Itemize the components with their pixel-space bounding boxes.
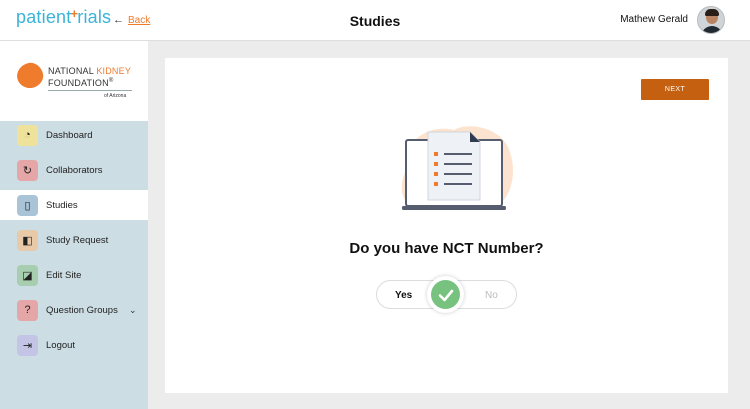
sidebar-item-label: Study Request — [46, 234, 109, 246]
next-button[interactable]: NEXT — [641, 79, 709, 100]
logout-icon: ⇥ — [17, 334, 38, 356]
document-illustration — [401, 126, 513, 210]
logo-plus-mark: + — [70, 6, 79, 21]
document-bullet-2 — [434, 162, 438, 166]
sidebar-item-edit-site[interactable]: ◪ Edit Site — [0, 260, 148, 290]
sidebar-item-label: Studies — [46, 199, 78, 211]
toggle-yes-option[interactable]: Yes — [395, 290, 412, 301]
document-line-4 — [444, 183, 472, 185]
org-name-line3: of Arizona — [104, 93, 127, 99]
back-arrow-icon: ← — [113, 14, 124, 26]
document-line-2 — [444, 163, 472, 165]
toggle-no-option[interactable]: No — [485, 290, 498, 301]
laptop-base — [402, 206, 506, 210]
document-bullet-3 — [434, 172, 438, 176]
avatar-hair-shape — [705, 9, 719, 16]
toggle-knob[interactable] — [427, 276, 464, 313]
chevron-down-icon[interactable]: ⌄ — [129, 305, 137, 316]
org-name-foundation: FOUNDATION — [48, 78, 109, 88]
back-link[interactable]: ← Back — [113, 14, 150, 26]
kidney-foundation-logo-icon — [14, 60, 46, 91]
sidebar-item-logout[interactable]: ⇥ Logout — [0, 330, 148, 360]
checkmark-icon — [438, 289, 453, 301]
sidebar-item-label: Question Groups — [46, 304, 118, 316]
study-request-layout-icon: ◧ — [17, 229, 38, 251]
document-line-1 — [444, 153, 472, 155]
document-bullet-4 — [434, 182, 438, 186]
main-card: NEXT Do you have NCT Number? Yes No — [165, 58, 728, 393]
org-name-line2: FOUNDATION® — [48, 78, 113, 88]
question-groups-icon: ? — [17, 299, 38, 321]
nct-number-question: Do you have NCT Number? — [349, 240, 544, 257]
sidebar-item-dashboard[interactable]: ◔ Dashboard — [0, 120, 148, 150]
avatar-body-shape — [701, 26, 723, 33]
dashboard-gauge-icon: ◔ — [17, 124, 38, 146]
back-label: Back — [128, 14, 151, 26]
top-bar: patient+rials ← Back Studies Mathew Gera… — [0, 0, 750, 41]
sidebar-item-label: Dashboard — [46, 129, 93, 141]
logo-text-end: rials — [77, 7, 112, 27]
org-name-kidney: KIDNEY — [96, 66, 132, 76]
sidebar-item-studies[interactable]: ▯ Studies — [0, 190, 148, 220]
org-name-national: NATIONAL — [48, 66, 94, 76]
sidebar-item-question-groups[interactable]: ? Question Groups ⌄ — [0, 295, 148, 325]
user-avatar[interactable] — [697, 6, 725, 34]
sidebar-item-study-request[interactable]: ◧ Study Request — [0, 225, 148, 255]
org-divider — [48, 90, 132, 91]
sidebar-item-label: Logout — [46, 339, 76, 351]
organization-logo: NATIONAL KIDNEY FOUNDATION® of Arizona — [0, 41, 148, 121]
document-bullet-1 — [434, 152, 438, 156]
logo-text-start: patient — [16, 7, 72, 27]
sidebar: NATIONAL KIDNEY FOUNDATION® of Arizona ◔… — [0, 41, 148, 409]
sidebar-item-label: Collaborators — [46, 164, 103, 176]
nct-yes-no-toggle[interactable]: Yes No — [376, 276, 517, 313]
toggle-knob-fill — [431, 280, 460, 309]
edit-site-monitor-icon: ◪ — [17, 264, 38, 286]
sidebar-item-label: Edit Site — [46, 269, 82, 281]
org-name-mark: ® — [108, 78, 114, 84]
org-name-line1: NATIONAL KIDNEY — [48, 66, 131, 76]
patientrials-logo[interactable]: patient+rials — [16, 6, 112, 28]
collaborators-cycle-icon: ↻ — [17, 159, 38, 181]
user-name[interactable]: Mathew Gerald — [620, 14, 688, 25]
document-line-3 — [444, 173, 472, 175]
sidebar-item-collaborators[interactable]: ↻ Collaborators — [0, 155, 148, 185]
studies-notebook-icon: ▯ — [17, 194, 38, 216]
